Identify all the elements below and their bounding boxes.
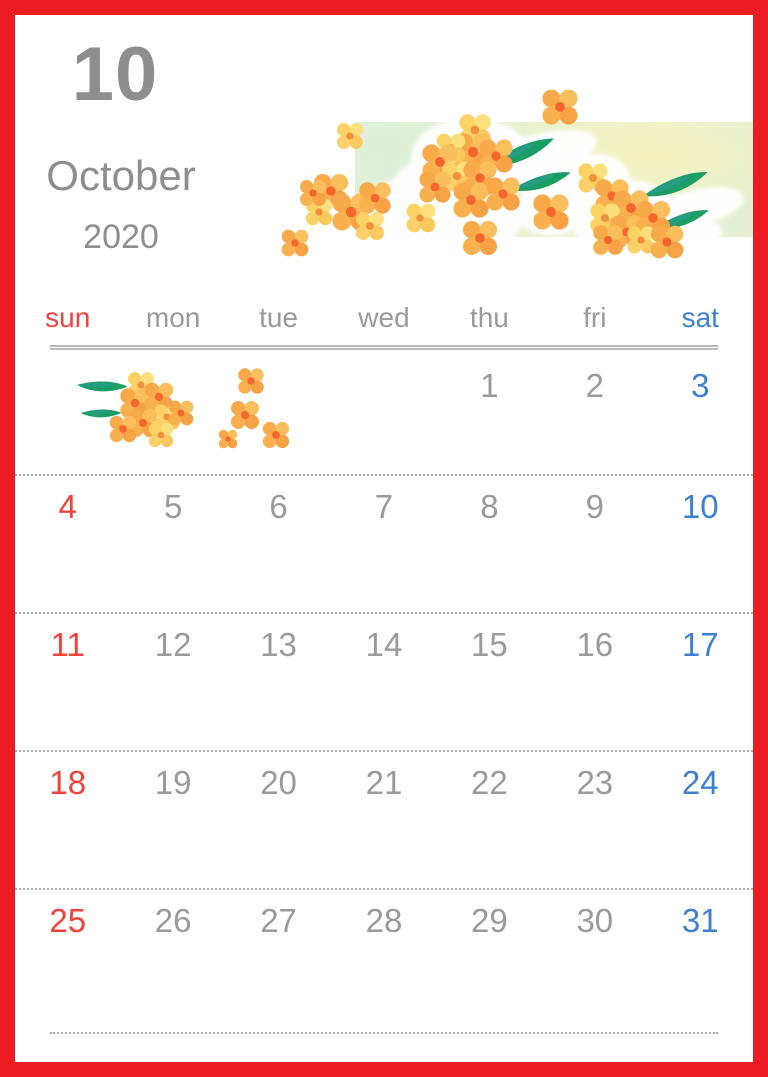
day-number xyxy=(120,355,225,369)
week-row: 18 19 20 21 22 23 24 xyxy=(15,750,753,888)
day-number: 9 xyxy=(585,488,604,525)
day-cell[interactable]: 31 xyxy=(648,890,753,1026)
year-label: 2020 xyxy=(83,218,159,256)
weekday-header-divider xyxy=(50,345,718,350)
day-cell[interactable]: 14 xyxy=(331,614,436,750)
month-number: 10 xyxy=(71,32,159,117)
day-number: 4 xyxy=(58,488,77,525)
day-number: 25 xyxy=(49,902,87,939)
weekday-header-wed: wed xyxy=(358,302,410,333)
week-row: 1 2 3 xyxy=(15,355,753,474)
day-number: 27 xyxy=(260,902,297,939)
weekday-header-fri: fri xyxy=(583,302,607,333)
day-cell[interactable] xyxy=(226,355,331,474)
day-cell[interactable]: 4 xyxy=(15,476,120,612)
day-cell[interactable]: 1 xyxy=(437,355,542,474)
day-number: 1 xyxy=(480,367,499,404)
day-cell[interactable]: 18 xyxy=(15,752,120,888)
week-row: 4 5 6 7 8 9 10 xyxy=(15,474,753,612)
day-cell[interactable]: 5 xyxy=(120,476,225,612)
day-cell[interactable]: 22 xyxy=(437,752,542,888)
day-number: 20 xyxy=(260,764,297,801)
banner-gradient-wash xyxy=(355,122,753,237)
calendar-sheet: 10 October 2020 sun mon tue wed thu fri … xyxy=(15,15,753,1062)
weekday-header-sat: sat xyxy=(681,302,719,333)
day-number: 16 xyxy=(576,626,614,663)
day-number: 18 xyxy=(49,764,87,801)
day-cell[interactable] xyxy=(331,355,436,474)
day-cell[interactable]: 9 xyxy=(542,476,647,612)
day-cell[interactable]: 30 xyxy=(542,890,647,1026)
day-number: 19 xyxy=(154,764,192,801)
day-number: 5 xyxy=(163,488,183,525)
day-cell[interactable]: 20 xyxy=(226,752,331,888)
day-number: 23 xyxy=(576,764,614,801)
day-number: 21 xyxy=(365,764,403,801)
day-cell[interactable]: 2 xyxy=(542,355,647,474)
day-cell[interactable]: 15 xyxy=(437,614,542,750)
day-number: 31 xyxy=(681,902,719,939)
weekday-header-sun: sun xyxy=(45,302,91,333)
day-cell[interactable]: 23 xyxy=(542,752,647,888)
day-number: 3 xyxy=(691,367,710,404)
day-cell[interactable] xyxy=(15,355,120,474)
day-number: 8 xyxy=(480,488,499,525)
day-cell[interactable]: 29 xyxy=(437,890,542,1026)
day-cell[interactable]: 13 xyxy=(226,614,331,750)
day-cell[interactable]: 6 xyxy=(226,476,331,612)
day-number xyxy=(226,355,331,369)
day-cell[interactable]: 27 xyxy=(226,890,331,1026)
month-name: October xyxy=(46,152,196,199)
day-cell[interactable]: 25 xyxy=(15,890,120,1026)
day-number: 29 xyxy=(471,902,508,939)
day-number: 24 xyxy=(681,764,719,801)
day-number: 26 xyxy=(154,902,192,939)
week-row: 11 12 13 14 15 16 17 xyxy=(15,612,753,750)
day-number: 28 xyxy=(365,902,403,939)
day-grid: 1 2 3 4 5 6 7 8 9 10 11 12 13 14 15 16 1… xyxy=(15,355,753,1026)
day-cell[interactable]: 21 xyxy=(331,752,436,888)
week-row: 25 26 27 28 29 30 31 xyxy=(15,888,753,1026)
day-cell[interactable]: 26 xyxy=(120,890,225,1026)
weekday-header-mon: mon xyxy=(145,302,201,333)
day-number xyxy=(15,355,120,369)
day-cell[interactable]: 12 xyxy=(120,614,225,750)
day-cell[interactable]: 7 xyxy=(331,476,436,612)
day-number: 10 xyxy=(681,488,719,525)
day-number: 6 xyxy=(269,488,288,525)
day-number: 12 xyxy=(154,626,192,663)
osmanthus-flower-banner xyxy=(355,122,753,237)
weekday-header-thu: thu xyxy=(469,302,509,333)
day-number: 13 xyxy=(260,626,297,663)
day-number: 11 xyxy=(50,626,85,663)
day-number xyxy=(331,355,436,369)
blossom-accent xyxy=(281,229,309,257)
weekday-header-row: sun mon tue wed thu fri sat xyxy=(15,298,753,346)
day-cell[interactable]: 17 xyxy=(648,614,753,750)
day-number: 2 xyxy=(585,367,604,404)
day-cell[interactable]: 24 xyxy=(648,752,753,888)
day-number: 14 xyxy=(365,626,403,663)
blossom-accent xyxy=(542,90,578,125)
day-number: 22 xyxy=(471,764,508,801)
day-cell[interactable] xyxy=(120,355,225,474)
day-cell[interactable]: 8 xyxy=(437,476,542,612)
day-number: 17 xyxy=(681,626,719,663)
calendar-page: 10 October 2020 sun mon tue wed thu fri … xyxy=(0,0,768,1077)
day-cell[interactable]: 16 xyxy=(542,614,647,750)
day-cell[interactable]: 28 xyxy=(331,890,436,1026)
grid-bottom-divider xyxy=(50,1032,718,1034)
day-number: 7 xyxy=(374,488,394,525)
weekday-header-tue: tue xyxy=(259,302,299,333)
day-cell[interactable]: 3 xyxy=(648,355,753,474)
day-number: 30 xyxy=(576,902,614,939)
day-cell[interactable]: 10 xyxy=(648,476,753,612)
day-cell[interactable]: 11 xyxy=(15,614,120,750)
day-number: 15 xyxy=(471,626,508,663)
day-cell[interactable]: 19 xyxy=(120,752,225,888)
calendar-header: 10 October 2020 xyxy=(15,15,753,290)
